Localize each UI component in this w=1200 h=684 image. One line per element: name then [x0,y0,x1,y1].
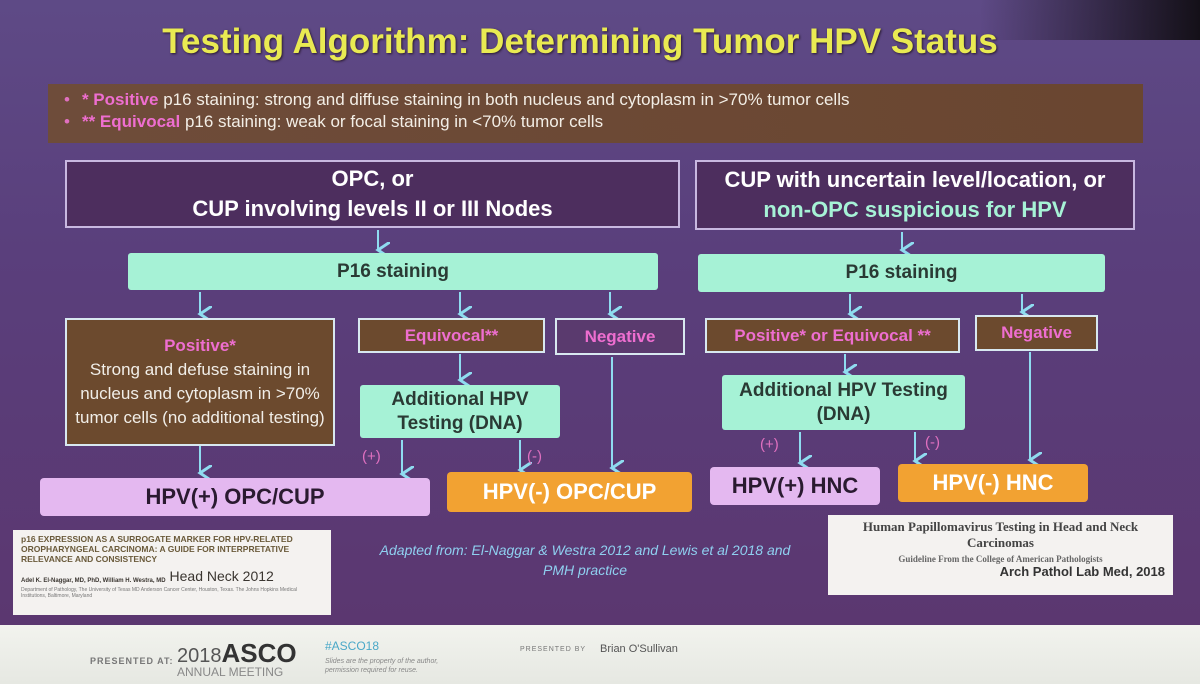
equivocal-box: Equivocal** [358,318,545,353]
box-line: (DNA) [816,403,871,425]
logo-year: 2018 [177,645,222,667]
citation-title: p16 EXPRESSION AS A SURROGATE MARKER FOR… [21,534,293,564]
presented-at-label: PRESENTED AT: [90,656,174,666]
right-additional-testing-box: Additional HPV Testing (DNA) [722,375,965,430]
left-plus-label: (+) [362,448,381,465]
citation-journal: Head Neck 2012 [169,568,274,584]
hashtag: #ASCO18 [325,639,380,653]
citation-right: Human Papillomavirus Testing in Head and… [828,515,1173,595]
right-header-box: CUP with uncertain level/location, or no… [695,160,1135,230]
hpv-positive-opc-cup-box: HPV(+) OPC/CUP [40,478,430,516]
citation-journal: Arch Pathol Lab Med, 2018 [999,564,1165,579]
left-minus-label: (-) [527,448,542,465]
right-minus-label: (-) [925,434,940,451]
box-line: Additional HPV [391,388,529,410]
header-line: OPC, or [331,166,414,191]
positive-or-equivocal-box: Positive* or Equivocal ** [705,318,960,353]
presented-by-label: PRESENTED BY [520,646,587,653]
box-line: Additional HPV Testing [739,379,948,401]
positive-title: Positive* [164,336,236,355]
right-negative-box: Negative [975,315,1098,351]
header-line: non-OPC suspicious for HPV [763,197,1067,222]
citation-title: Human Papillomavirus Testing in Head and… [862,519,1139,550]
logo-meeting: ANNUAL MEETING [177,665,284,679]
left-additional-testing-box: Additional HPV Testing (DNA) [360,385,560,438]
citation-left: p16 EXPRESSION AS A SURROGATE MARKER FOR… [13,530,331,615]
right-plus-label: (+) [760,436,779,453]
positive-box: Positive* Strong and defuse staining in … [65,318,335,446]
citation-affiliation: Department of Pathology, The University … [21,587,298,599]
left-header-box: OPC, or CUP involving levels II or III N… [65,160,680,228]
footer: PRESENTED AT: 2018ASCO ANNUAL MEETING #A… [0,625,1200,684]
right-p16-box: P16 staining [698,254,1105,292]
header-line: CUP involving levels II or III Nodes [192,196,553,221]
disclaimer: Slides are the property of the author, [325,658,439,665]
left-negative-box: Negative [555,318,685,355]
hpv-negative-hnc-box: HPV(-) HNC [898,464,1088,502]
hpv-negative-opc-cup-box: HPV(-) OPC/CUP [447,472,692,512]
left-p16-box: P16 staining [128,253,658,290]
box-line: Testing (DNA) [397,412,523,434]
presenter-name: Brian O'Sullivan [600,643,678,655]
header-line: CUP with uncertain level/location, or [724,167,1106,192]
adapted-from-note: Adapted from: El-Naggar & Westra 2012 an… [379,542,791,578]
hpv-positive-hnc-box: HPV(+) HNC [710,467,880,505]
slide: Testing Algorithm: Determining Tumor HPV… [0,0,1200,625]
disclaimer: permission required for reuse. [325,667,418,674]
citation-authors: Adel K. El-Naggar, MD, PhD, William H. W… [21,578,166,584]
logo-asco: ASCO [221,638,297,668]
positive-text: Strong and defuse staining in nucleus an… [75,360,325,427]
citation-subtitle: Guideline From the College of American P… [898,554,1103,564]
